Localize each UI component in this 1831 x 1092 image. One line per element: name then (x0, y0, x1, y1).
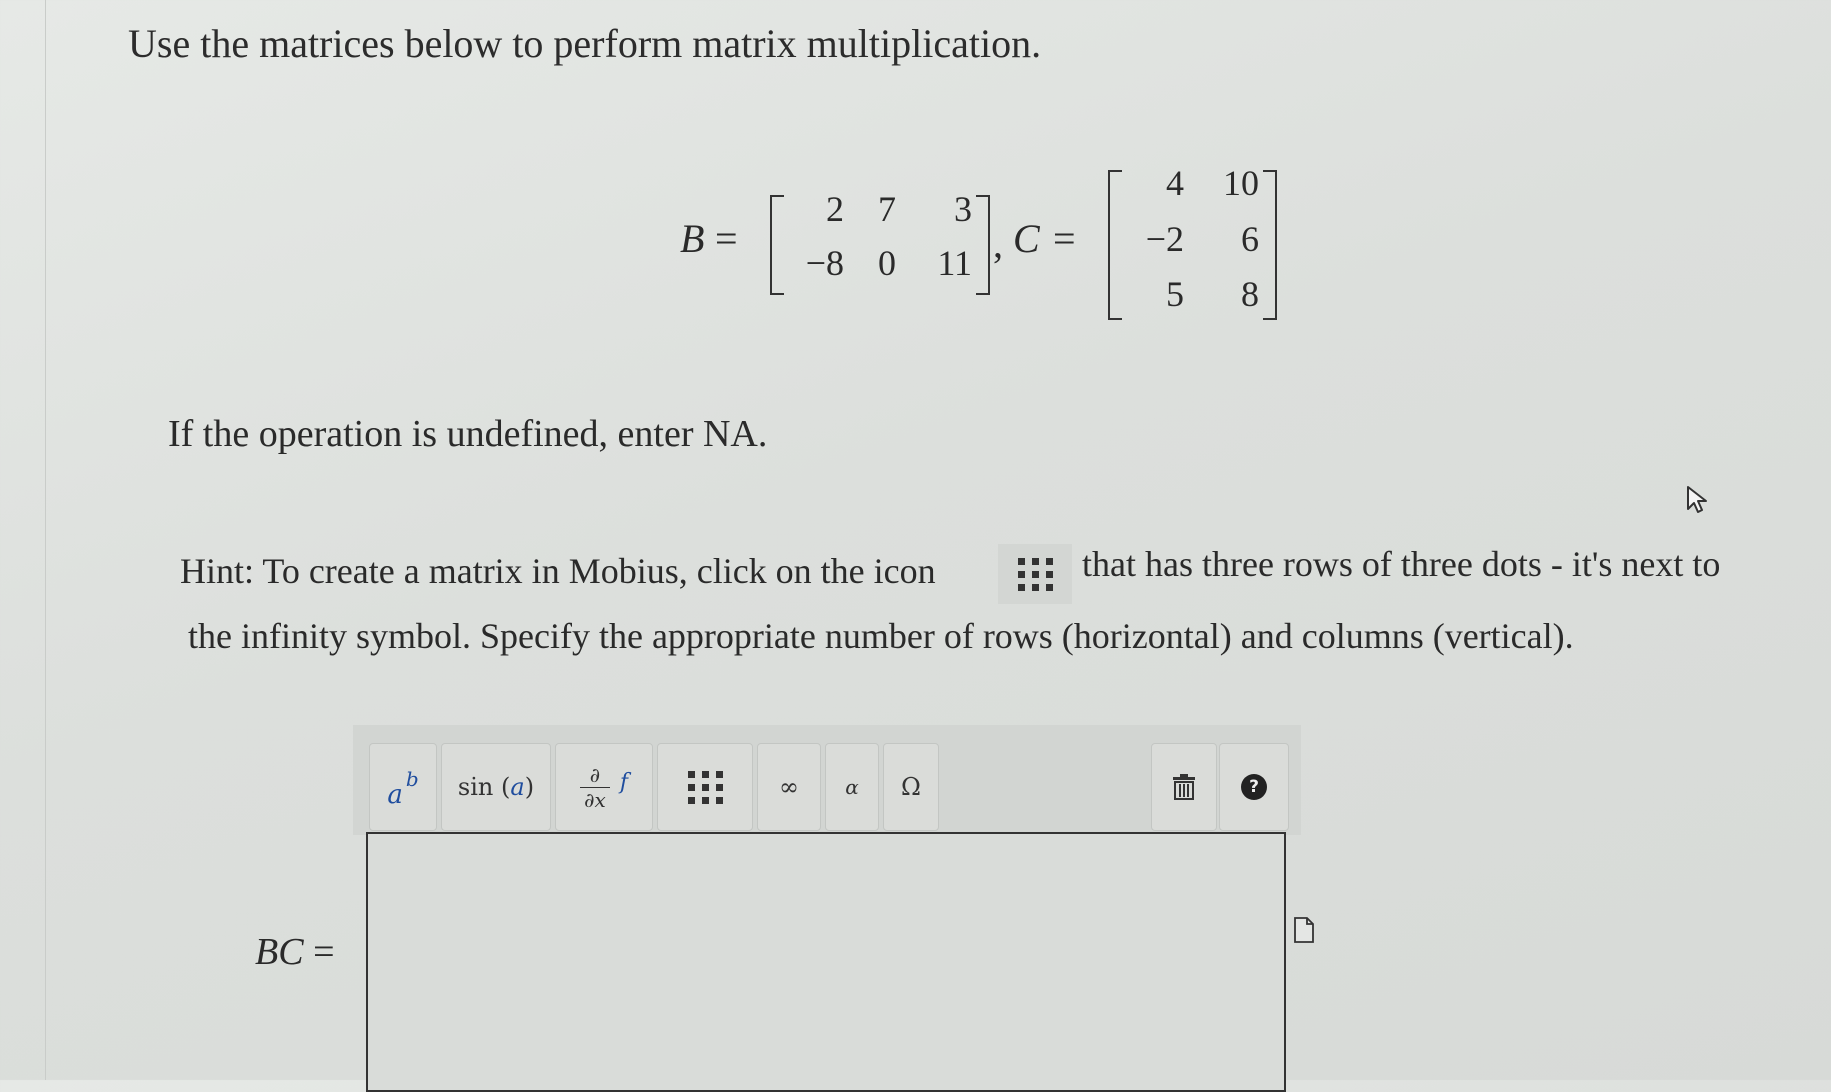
greek-letters-button[interactable]: α (825, 743, 879, 831)
matrix-button[interactable] (657, 743, 753, 831)
mouse-cursor-icon (1687, 486, 1707, 513)
matrix-c-equals: = (1053, 216, 1076, 261)
matrix-dots-icon (687, 770, 723, 804)
file-icon[interactable] (1293, 917, 1315, 943)
answer-label: BC = (255, 931, 335, 973)
infinity-button[interactable]: ∞ (757, 743, 821, 831)
help-icon: ? (1241, 774, 1267, 800)
matrix-c-cell: 6 (1241, 219, 1259, 259)
derivative-integral-button[interactable]: ∂ ∂x f (555, 743, 653, 831)
power-button[interactable]: ab (369, 743, 437, 831)
matrix-b-cell: 7 (878, 189, 896, 229)
undefined-instruction: If the operation is undefined, enter NA. (168, 413, 768, 455)
matrix-c-cell: 5 (1166, 274, 1184, 314)
matrix-c-left-bracket (1108, 170, 1122, 320)
matrix-b-name: B (680, 216, 705, 261)
matrix-b-equals: = (715, 216, 738, 261)
matrix-c-cell: 8 (1241, 274, 1259, 314)
matrix-comma: , (993, 221, 1003, 266)
matrix-c-cell: 4 (1166, 163, 1184, 203)
matrix-b-cell: −8 (805, 243, 844, 283)
hint-text-line1: Hint: To create a matrix in Mobius, clic… (180, 551, 936, 591)
sin-function-button[interactable]: sin (a) (441, 743, 551, 831)
trash-icon (1173, 774, 1195, 800)
matrix-expression: B = 2 7 3 −8 0 11 , C = 4 10 −2 6 5 8 (0, 160, 1831, 330)
matrix-icon-illustration (998, 544, 1072, 604)
help-button[interactable]: ? (1219, 743, 1289, 831)
matrix-dots-icon (1017, 557, 1053, 591)
equation-editor-toolbar: ab sin (a) ∂ ∂x f ∞ α Ω ? (353, 725, 1301, 835)
derivative-icon: ∂ ∂x (579, 763, 610, 812)
answer-input[interactable] (366, 832, 1286, 1092)
question-title: Use the matrices below to perform matrix… (128, 21, 1042, 66)
matrix-b-cell: 2 (826, 189, 844, 229)
matrix-b-right-bracket (976, 195, 990, 295)
trash-button[interactable] (1151, 743, 1217, 831)
hint-text-line1-continued: that has three rows of three dots - it's… (1082, 544, 1721, 584)
matrix-c-name: C (1013, 216, 1040, 261)
hint-text-line2: the infinity symbol. Specify the appropr… (188, 616, 1574, 656)
matrix-b-cell: 0 (878, 243, 896, 283)
matrix-b-cell: 3 (954, 189, 972, 229)
matrix-c-right-bracket (1263, 170, 1277, 320)
matrix-c-cell: −2 (1145, 219, 1184, 259)
symbols-button[interactable]: Ω (883, 743, 939, 831)
matrix-b-cell: 11 (937, 243, 972, 283)
matrix-b-left-bracket (770, 195, 784, 295)
matrix-c-cell: 10 (1223, 163, 1259, 203)
